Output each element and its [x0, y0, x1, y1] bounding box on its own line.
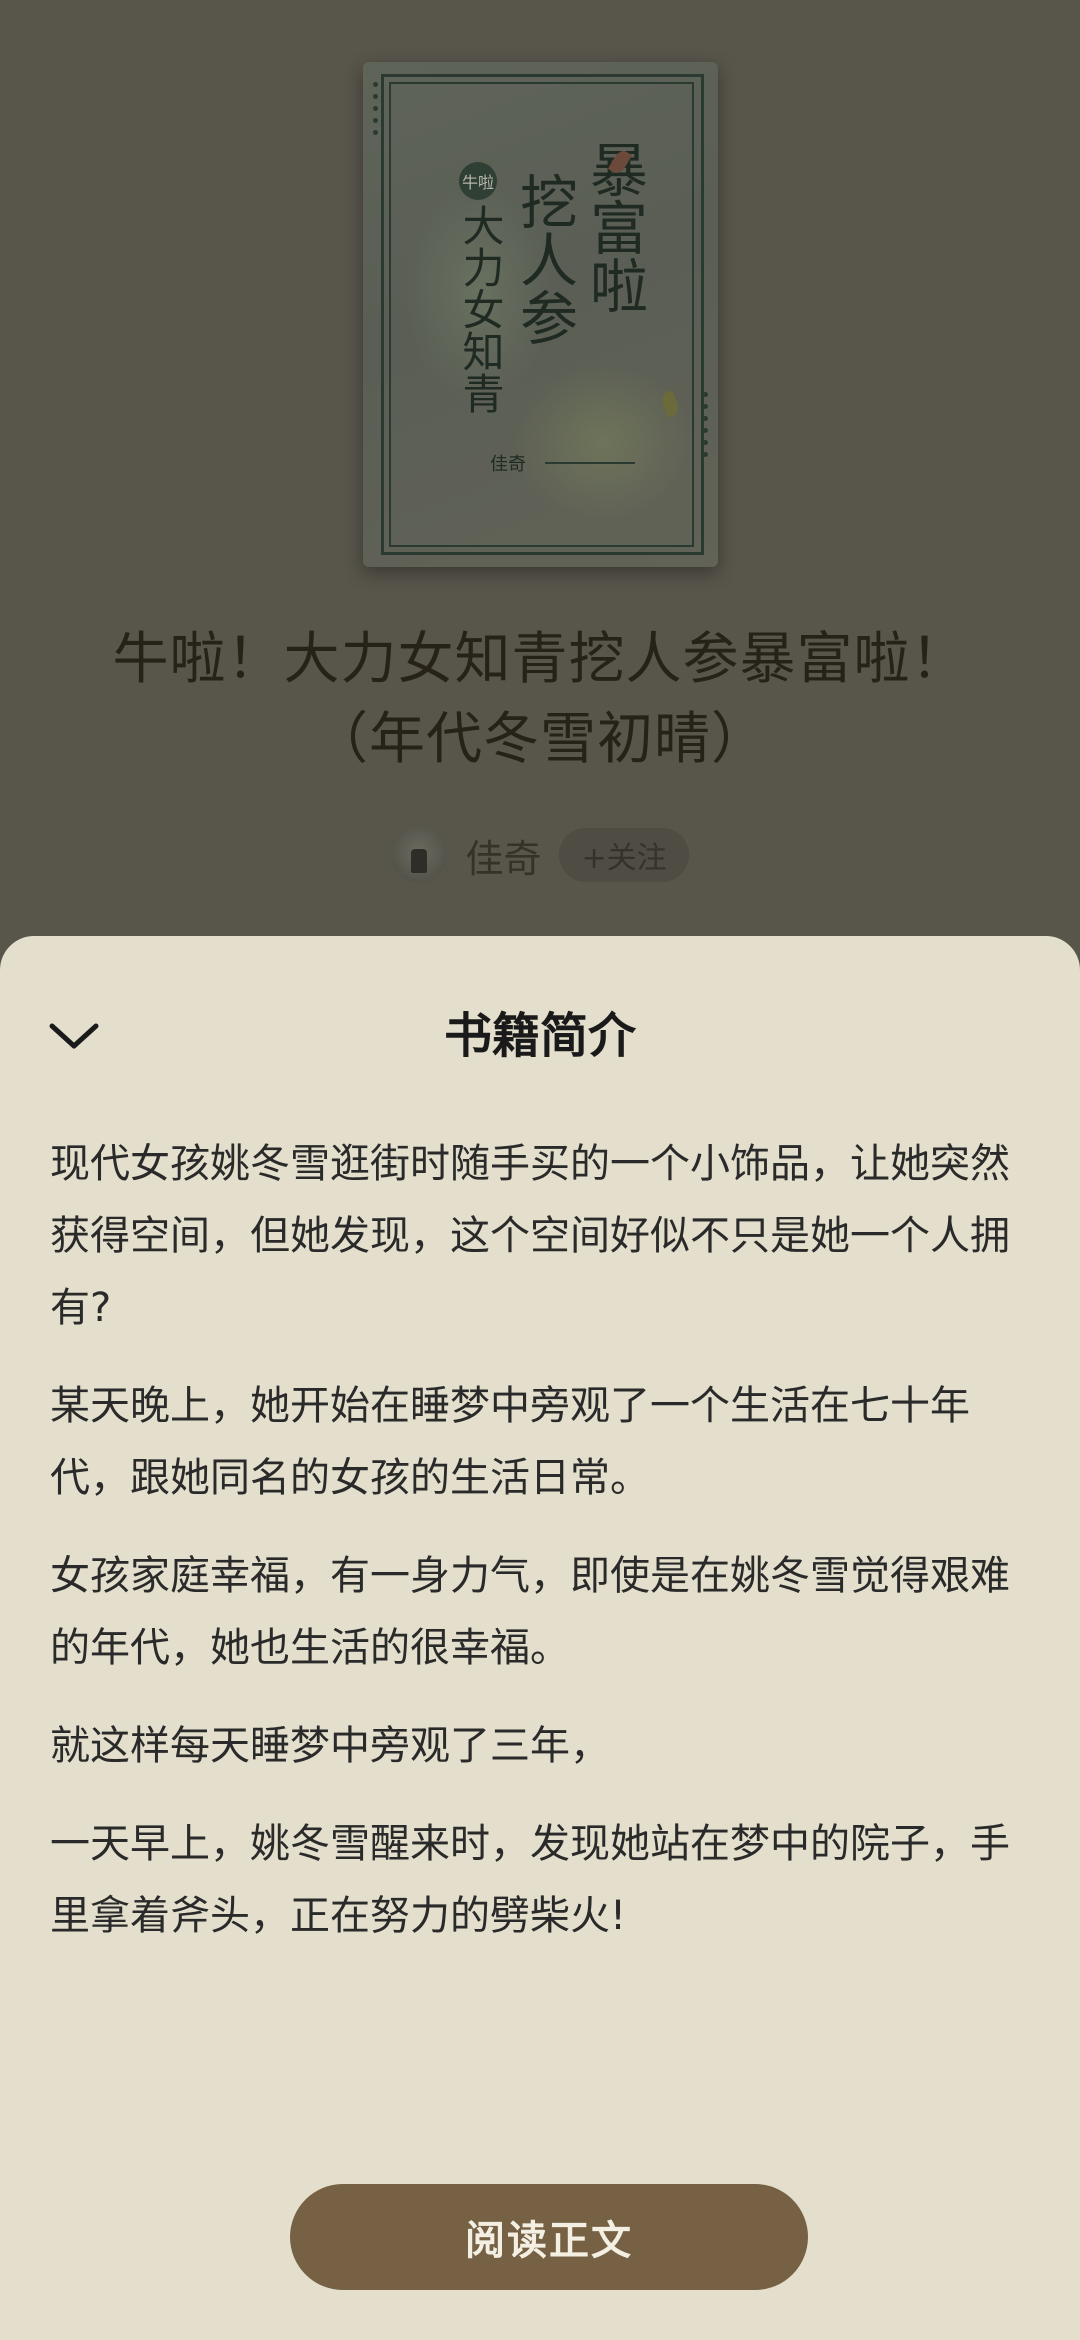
book-cover[interactable]: 牛啦 大力女知青 挖人参 暴富啦 佳奇 — [363, 62, 718, 567]
cover-dot-ornament — [703, 392, 709, 464]
cover-author: 佳奇 — [490, 454, 526, 475]
author-name[interactable]: 佳奇 — [465, 828, 541, 883]
sheet-title: 书籍简介 — [443, 1008, 636, 1064]
cover-title-mid: 挖人参 — [510, 172, 578, 346]
synopsis-text: 现代女孩姚冬雪逛街时随手买的一个小饰品，让她突然获得空间，但她发现，这个空间好似… — [50, 1128, 1030, 1978]
cover-title-left: 大力女知青 — [456, 204, 505, 414]
sheet-header: 书籍简介 — [0, 936, 1080, 1066]
cover-badge: 牛啦 — [459, 162, 497, 200]
book-detail-background: 牛啦 大力女知青 挖人参 暴富啦 佳奇 牛啦！大力女知青挖人参暴富啦！（年代冬雪… — [0, 0, 1080, 1000]
book-title: 牛啦！大力女知青挖人参暴富啦！（年代冬雪初晴） — [112, 627, 968, 772]
synopsis-paragraph: 女孩家庭幸福，有一身力气，即使是在姚冬雪觉得艰难的年代，她也生活的很幸福。 — [50, 1553, 1010, 1671]
cover-dot-ornament — [373, 82, 379, 142]
author-avatar[interactable] — [391, 827, 448, 883]
follow-button[interactable]: +关注 — [559, 828, 689, 882]
author-row: 佳奇 +关注 — [0, 820, 1080, 890]
synopsis-paragraph: 现代女孩姚冬雪逛街时随手买的一个小饰品，让她突然获得空间，但她发现，这个空间好似… — [50, 1141, 1010, 1331]
read-book-button[interactable]: 阅读正文 — [290, 2184, 808, 2290]
cover-author-line — [545, 462, 635, 464]
synopsis-sheet: 书籍简介 现代女孩姚冬雪逛街时随手买的一个小饰品，让她突然获得空间，但她发现，这… — [0, 936, 1080, 2340]
synopsis-paragraph: 就这样每天睡梦中旁观了三年， — [50, 1723, 610, 1769]
synopsis-paragraph: 一天早上，姚冬雪醒来时，发现她站在梦中的院子，手里拿着斧头，正在努力的劈柴火! — [50, 1821, 1010, 1939]
synopsis-paragraph: 某天晚上，她开始在睡梦中旁观了一个生活在七十年代，跟她同名的女孩的生活日常。 — [50, 1383, 970, 1501]
